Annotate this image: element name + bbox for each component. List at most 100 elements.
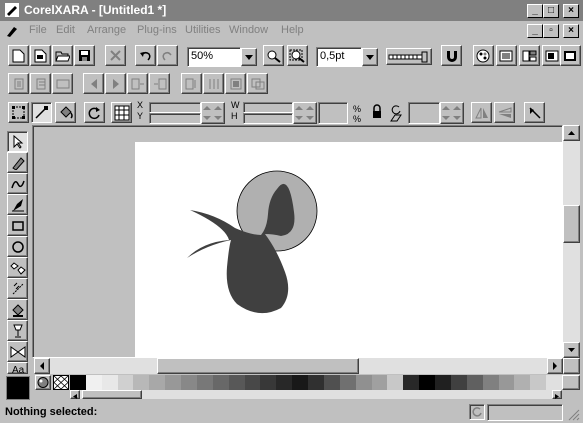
palette-scroll-thumb[interactable] [82,390,142,399]
rotate-button[interactable] [84,102,105,123]
palette-scroll-right[interactable] [552,390,562,399]
palette-swatch[interactable] [276,375,293,390]
vertical-scroll-thumb[interactable] [563,205,580,243]
scroll-right-button[interactable] [547,358,563,374]
palette-swatch[interactable] [292,375,309,390]
scroll-up-button[interactable] [563,125,580,141]
scroll-down-button[interactable] [563,342,580,358]
zoom-dropdown-button[interactable] [241,48,257,66]
palette-swatch[interactable] [403,375,420,390]
delete-button[interactable] [105,45,126,66]
palette-swatch[interactable] [339,375,356,390]
palette-swatch[interactable] [498,375,515,390]
flip-vertical-button[interactable] [494,102,515,123]
angle-input[interactable] [408,102,440,124]
palette-swatch[interactable] [212,375,229,390]
palette-swatch[interactable] [149,375,166,390]
transparency-tool[interactable] [7,320,28,341]
menu-utilities[interactable]: Utilities [185,24,220,36]
scroll-left-button[interactable] [34,358,50,374]
shape-editor-tool[interactable] [7,173,28,194]
gallery-fill-button[interactable] [519,45,540,66]
show-bounds-button[interactable] [8,102,29,123]
line-width-dropdown-button[interactable] [362,48,378,66]
origin-grid-button[interactable] [111,102,132,123]
selector-tool[interactable] [7,131,28,152]
fill-handle-button[interactable] [55,102,76,123]
arrange-button-10[interactable] [225,73,246,94]
palette-swatch[interactable] [450,375,467,390]
colour-editor-button[interactable] [35,375,51,390]
x-position-input[interactable] [149,102,201,113]
move-forward-button[interactable] [105,73,126,94]
doc-close-button[interactable]: × [563,24,579,38]
palette-end-button[interactable] [562,375,580,390]
gallery-font-button[interactable] [560,45,581,66]
palette-swatch[interactable] [85,375,102,390]
height-input[interactable] [243,113,293,124]
arrange-button-2[interactable] [30,73,51,94]
y-position-input[interactable] [149,113,201,124]
snap-button[interactable] [441,45,462,66]
palette-swatch[interactable] [165,375,182,390]
line-width-slider[interactable] [386,48,432,65]
arrange-button-7[interactable] [149,73,170,94]
doc-restore-button[interactable]: ▫ [543,24,559,38]
blend-tool[interactable] [7,341,28,362]
current-colour-swatch[interactable] [6,376,30,400]
palette-swatch[interactable] [514,375,531,390]
vertical-scrollbar[interactable] [563,125,580,358]
palette-swatch[interactable] [244,375,261,390]
lock-aspect-toggle[interactable] [370,103,384,123]
app-icon[interactable] [5,3,19,17]
gallery-layers-button[interactable] [496,45,517,66]
undo-button[interactable] [135,45,156,66]
palette-scrollbar[interactable] [70,390,562,399]
quickshape-tool[interactable] [7,257,28,278]
flip-horizontal-button[interactable] [471,102,492,123]
freehand-tool[interactable] [7,152,28,173]
palette-swatch[interactable] [196,375,213,390]
palette-swatch[interactable] [546,375,563,390]
palette-swatch[interactable] [101,375,118,390]
palette-swatch[interactable] [530,375,547,390]
palette-swatch[interactable] [355,375,372,390]
text-tool[interactable] [7,278,28,299]
zoom-tool-button[interactable] [263,45,284,66]
minimize-button[interactable]: _ [527,4,543,18]
ellipse-tool[interactable] [7,236,28,257]
new-template-button[interactable] [30,45,51,66]
palette-swatch[interactable] [228,375,245,390]
pointer-select-button[interactable] [524,102,545,123]
palette-swatch[interactable] [133,375,150,390]
maximize-button[interactable]: □ [543,4,559,18]
open-button[interactable] [52,45,73,66]
palette-swatch[interactable] [260,375,277,390]
rectangle-tool[interactable] [7,215,28,236]
xy-spinner[interactable] [201,102,225,124]
width-input[interactable] [243,102,293,113]
arrange-button-8[interactable] [181,73,202,94]
menu-arrange[interactable]: Arrange [87,24,126,36]
status-snap-indicator[interactable] [469,404,485,420]
palette-swatch[interactable] [466,375,483,390]
arrange-button-3[interactable] [52,73,73,94]
show-rotation-button[interactable] [31,102,52,123]
palette-swatch[interactable] [308,375,325,390]
menu-help[interactable]: Help [281,24,304,36]
palette-swatch[interactable] [387,375,404,390]
palette-swatch[interactable] [323,375,340,390]
horizontal-scrollbar[interactable] [34,358,563,374]
document-icon[interactable] [5,24,19,38]
menu-window[interactable]: Window [229,24,268,36]
scale-input[interactable] [318,102,348,124]
horizontal-scroll-thumb[interactable] [157,358,359,374]
drawing-page[interactable] [135,142,563,358]
move-back-button[interactable] [83,73,104,94]
pen-tool[interactable] [7,194,28,215]
arrange-button-1[interactable] [8,73,29,94]
palette-swatch[interactable] [482,375,499,390]
doc-minimize-button[interactable]: _ [527,24,543,38]
palette-swatch[interactable] [435,375,452,390]
text-tool-2[interactable]: Aa [7,362,28,374]
